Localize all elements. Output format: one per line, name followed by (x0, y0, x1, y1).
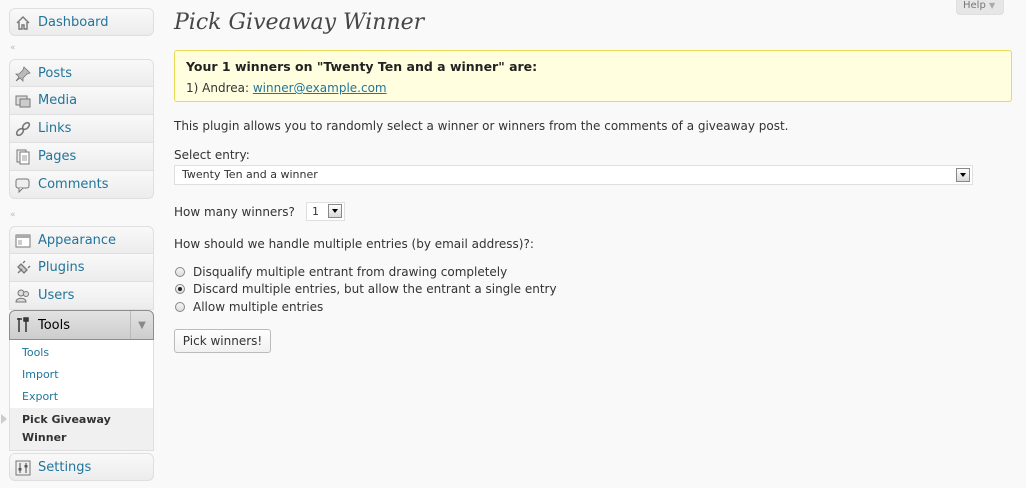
winner-email-link[interactable]: winner@example.com (253, 81, 387, 95)
submenu-item-tools[interactable]: Tools (10, 342, 153, 364)
radio-option-label: Allow multiple entries (193, 300, 324, 314)
menu-tools[interactable]: Tools ▼ (9, 310, 154, 340)
select-entry-dropdown[interactable]: Twenty Ten and a winner (174, 165, 973, 185)
menu-users[interactable]: Users (9, 282, 154, 310)
winners-count-label: How many winners? (174, 205, 295, 219)
multiple-entries-label: How should we handle multiple entries (b… (174, 237, 534, 251)
submenu-item-export[interactable]: Export (10, 386, 153, 408)
menu-plugins[interactable]: Plugins (9, 254, 154, 282)
menu-links[interactable]: Links (9, 115, 154, 143)
submenu-item-pick-giveaway-winner[interactable]: Pick Giveaway Winner (1, 408, 153, 450)
page-title: Pick Giveaway Winner (174, 10, 425, 35)
menu-plugins-label: Plugins (38, 260, 85, 275)
menu-posts-label: Posts (38, 66, 72, 81)
pick-winners-button[interactable]: Pick winners! (174, 329, 271, 353)
radio-button[interactable] (175, 267, 185, 277)
menu-media[interactable]: Media (9, 87, 154, 115)
submenu-item-import[interactable]: Import (10, 364, 153, 386)
menu-separator[interactable]: « (9, 209, 154, 221)
notice-winner-entry: 1) Andrea: winner@example.com (186, 81, 387, 95)
menu-posts[interactable]: Posts (9, 59, 154, 87)
menu-comments[interactable]: Comments (9, 171, 154, 199)
menu-dashboard[interactable]: Dashboard (9, 8, 154, 36)
radio-button[interactable] (175, 302, 185, 312)
pages-icon (14, 148, 32, 166)
submenu-item-current-label: Pick Giveaway Winner (22, 413, 111, 444)
menu-toggle-arrow-icon[interactable]: ▼ (130, 311, 153, 339)
tools-icon (15, 316, 33, 334)
menu-users-label: Users (38, 288, 75, 303)
appearance-icon (14, 232, 32, 250)
menu-tools-label: Tools (38, 318, 71, 333)
select-entry-value: Twenty Ten and a winner (182, 168, 318, 181)
pushpin-icon (14, 65, 32, 83)
help-tab[interactable]: Help ▼ (956, 0, 1004, 15)
plug-icon (14, 259, 32, 277)
tools-submenu: Tools Import Export Pick Giveaway Winner (1, 340, 154, 451)
help-arrow-icon: ▼ (989, 1, 996, 10)
current-page-pointer-icon (1, 414, 7, 424)
winner-notice: Your 1 winners on "Twenty Ten and a winn… (174, 50, 1012, 102)
settings-icon (14, 459, 32, 477)
menu-appearance[interactable]: Appearance (9, 226, 154, 254)
radio-option-label: Discard multiple entries, but allow the … (193, 282, 557, 296)
radio-button-selected[interactable] (175, 284, 185, 294)
chain-link-icon (14, 120, 32, 138)
collapse-arrows-icon: « (10, 43, 16, 53)
notice-title: Your 1 winners on "Twenty Ten and a winn… (186, 59, 538, 74)
menu-dashboard-label: Dashboard (38, 15, 109, 30)
select-entry-label: Select entry: (174, 148, 250, 162)
menu-group-admin: Appearance Plugins Users Tools ▼ Tools I… (1, 226, 154, 481)
radio-option-label: Disqualify multiple entrant from drawing… (193, 265, 508, 279)
winners-count-value: 1 (312, 205, 319, 218)
plugin-description: This plugin allows you to randomly selec… (174, 119, 789, 133)
winner-entry-prefix: 1) Andrea: (186, 81, 253, 95)
media-icon (14, 92, 32, 110)
menu-settings[interactable]: Settings (9, 453, 154, 481)
help-tab-label: Help (963, 0, 986, 11)
menu-pages-label: Pages (38, 149, 77, 164)
menu-pages[interactable]: Pages (9, 143, 154, 171)
menu-comments-label: Comments (38, 177, 109, 192)
collapse-arrows-icon: « (10, 210, 16, 220)
menu-appearance-label: Appearance (38, 233, 117, 248)
menu-group-content: Posts Media Links Pages Comments (9, 59, 154, 199)
speech-bubble-icon (14, 176, 32, 194)
menu-separator[interactable]: « (9, 42, 154, 54)
menu-links-label: Links (38, 121, 72, 136)
house-icon (14, 14, 32, 32)
users-icon (14, 287, 32, 305)
menu-media-label: Media (38, 93, 78, 108)
menu-settings-label: Settings (38, 460, 92, 475)
winners-count-select[interactable]: 1 (306, 202, 345, 221)
dropdown-arrow-icon[interactable] (328, 204, 342, 218)
dropdown-arrow-icon[interactable] (956, 168, 970, 182)
